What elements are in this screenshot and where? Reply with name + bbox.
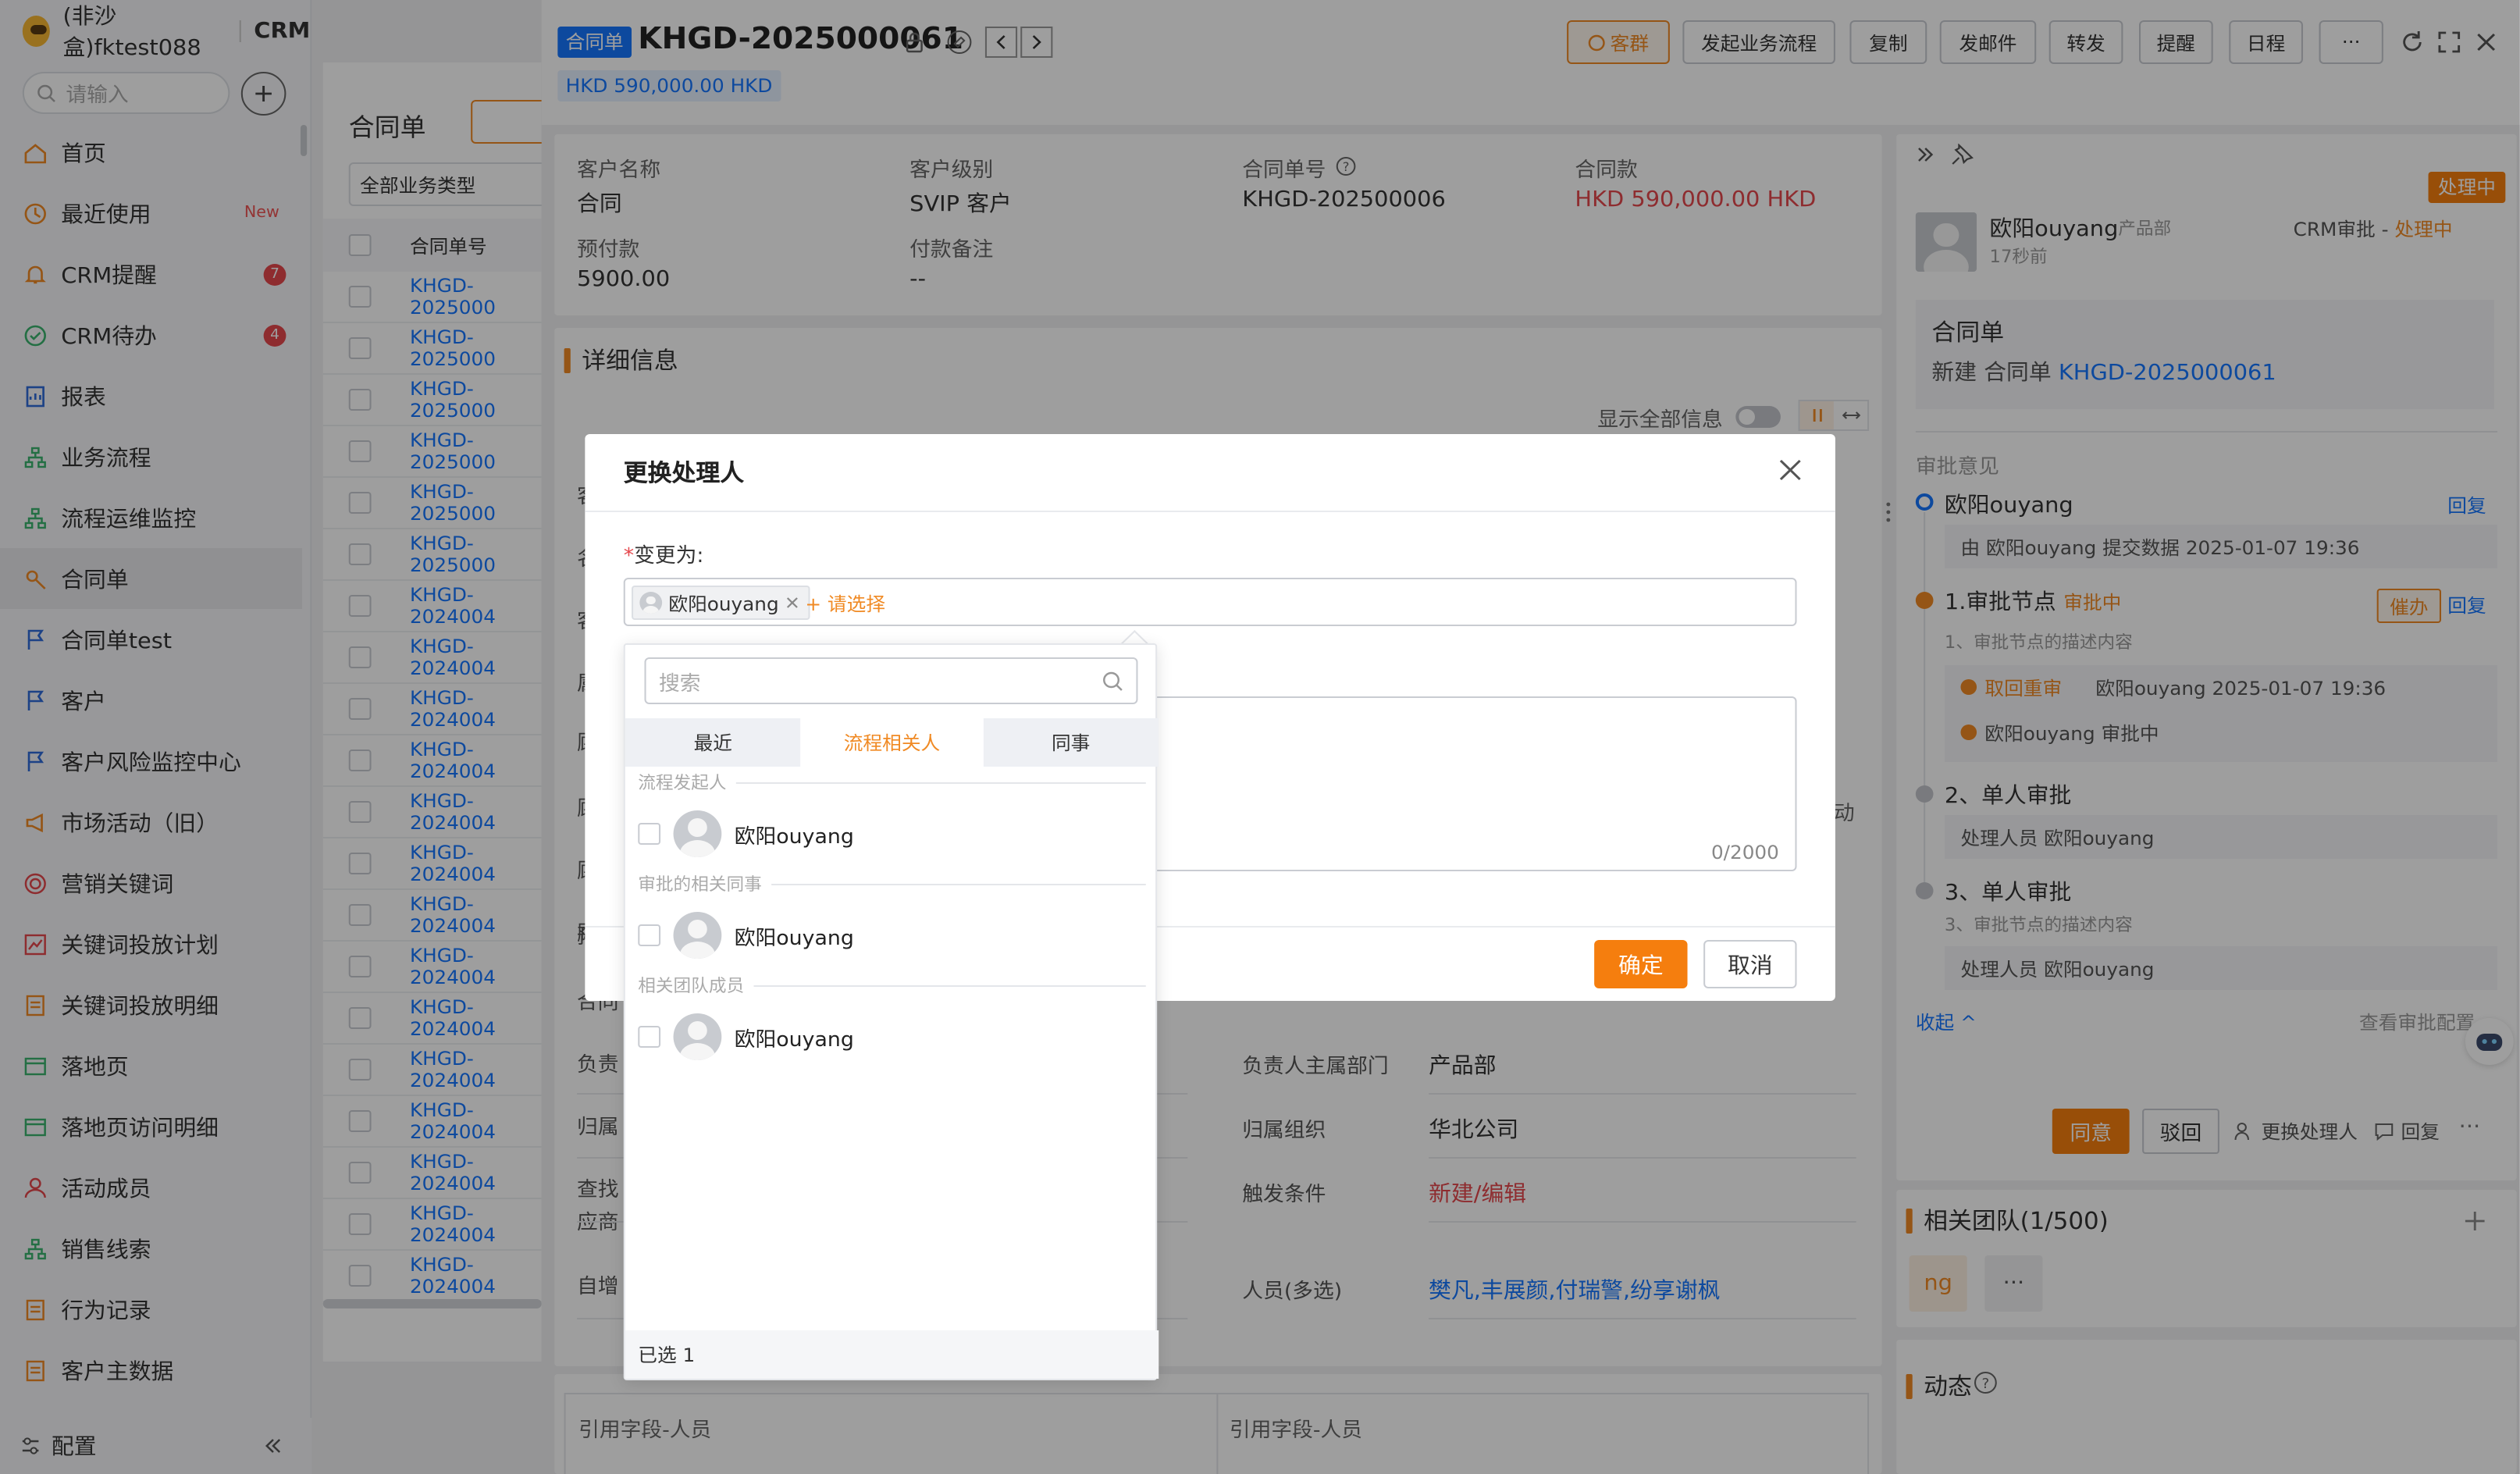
picker-tab[interactable]: 流程相关人 [803,718,981,767]
picker-user-row[interactable]: 欧阳ouyang [638,807,1146,860]
cancel-button[interactable]: 取消 [1703,940,1797,988]
picker-search-input[interactable]: 搜索 [644,657,1138,704]
search-icon [1103,671,1123,691]
avatar [673,1013,722,1060]
user-name: 欧阳ouyang [734,1028,854,1052]
app-root: (非沙盒)fktest088 CRM 请输入 首页 最近使用 New CRM提醒 7 CR… [0,0,2520,1474]
picker-tabs: 最近 流程相关人 同事 [625,718,1159,767]
divider [585,511,1835,512]
user-checkbox[interactable] [638,823,661,845]
comment-textarea[interactable]: 0/2000 [1150,696,1797,871]
picker-group-title: 相关团队成员 [638,973,1146,998]
char-counter: 0/2000 [1710,842,1779,863]
user-checkbox[interactable] [638,924,661,946]
user-name: 欧阳ouyang [734,927,854,950]
picker-user-row[interactable]: 欧阳ouyang [638,909,1146,962]
picker-user-row[interactable]: 欧阳ouyang [638,1010,1146,1063]
change-to-label: *变更为: [623,545,704,568]
picker-group-title: 流程发起人 [638,770,1146,795]
avatar [639,592,663,614]
pick-user-link[interactable]: + 请选择 [805,590,885,617]
confirm-button[interactable]: 确定 [1594,940,1688,988]
close-icon[interactable] [1778,458,1803,482]
selected-count: 已选 1 [625,1330,1159,1379]
avatar [673,810,722,857]
picker-tab[interactable]: 同事 [983,718,1159,767]
change-to-text: 变更为: [634,545,704,568]
handler-select[interactable]: 欧阳ouyang + 请选择 [623,578,1797,626]
user-checkbox[interactable] [638,1026,661,1048]
dialog-title: 更换处理人 [623,459,745,487]
user-name: 欧阳ouyang [734,825,854,849]
picker-search-placeholder: 搜索 [659,672,701,696]
picker-group-title: 审批的相关同事 [638,871,1146,896]
picker-tab[interactable]: 最近 [625,718,801,767]
chip-label: 欧阳ouyang [668,593,779,614]
remove-chip-icon[interactable] [785,596,798,609]
selected-user-chip: 欧阳ouyang [632,586,810,620]
avatar [673,912,722,959]
user-picker-dropdown: 搜索 最近 流程相关人 同事 流程发起人 欧阳ouyang 审批的相关同事 欧阳ouyan… [623,643,1159,1380]
